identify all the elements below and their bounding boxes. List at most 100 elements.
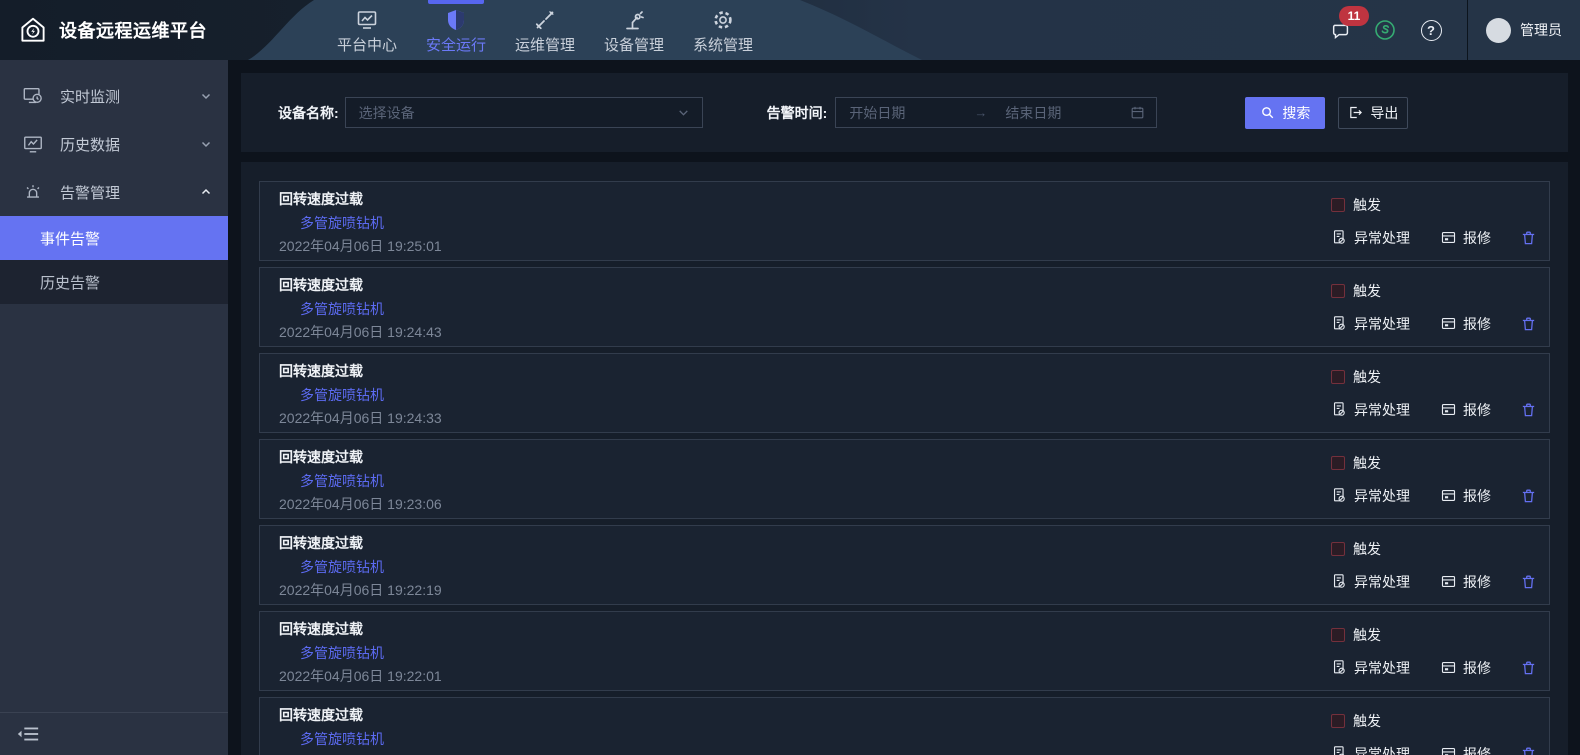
delete-button[interactable] <box>1520 659 1537 677</box>
sidebar-item-event-alarm[interactable]: 事件告警 <box>0 216 228 260</box>
trigger-checkbox[interactable] <box>1331 456 1345 470</box>
trigger-checkbox[interactable] <box>1331 198 1345 212</box>
handle-label: 异常处理 <box>1354 228 1410 248</box>
alarm-device-link[interactable]: 多管旋喷钻机 <box>300 473 442 490</box>
shield-icon <box>444 7 468 33</box>
alarm-device-link[interactable]: 多管旋喷钻机 <box>300 387 442 404</box>
trash-icon <box>1520 487 1537 505</box>
sidebar-item-history-data[interactable]: 历史数据 <box>0 120 228 168</box>
alarm-device-link[interactable]: 多管旋喷钻机 <box>300 301 442 318</box>
nav-item-safety[interactable]: 安全运行 <box>425 0 487 60</box>
repair-button[interactable]: 报修 <box>1440 228 1491 248</box>
monitor-clock-icon <box>22 85 44 107</box>
device-select-placeholder: 选择设备 <box>359 103 415 123</box>
device-select[interactable]: 选择设备 <box>345 97 703 128</box>
trigger-label: 触发 <box>1353 539 1381 559</box>
trigger-checkbox[interactable] <box>1331 542 1345 556</box>
alarm-device-link[interactable]: 多管旋喷钻机 <box>300 215 442 232</box>
nav-item-platform[interactable]: 平台中心 <box>336 0 398 60</box>
nav-item-system[interactable]: 系统管理 <box>692 0 754 60</box>
user-menu[interactable]: 管理员 <box>1486 18 1562 43</box>
alarm-time: 2022年04月06日 19:25:01 <box>279 238 442 255</box>
delete-button[interactable] <box>1520 315 1537 333</box>
handle-exception-button[interactable]: 异常处理 <box>1331 744 1410 755</box>
header-divider <box>1467 0 1468 60</box>
alarm-device-link[interactable]: 多管旋喷钻机 <box>300 731 384 748</box>
export-button[interactable]: 导出 <box>1338 97 1408 129</box>
platform-icon <box>355 7 379 33</box>
repair-label: 报修 <box>1463 400 1491 420</box>
trigger-checkbox[interactable] <box>1331 628 1345 642</box>
repair-button[interactable]: 报修 <box>1440 658 1491 678</box>
alarm-device-link[interactable]: 多管旋喷钻机 <box>300 645 442 662</box>
alarm-title: 回转速度过载 <box>279 535 442 552</box>
chevron-down-icon <box>200 90 212 102</box>
repair-button[interactable]: 报修 <box>1440 572 1491 592</box>
trigger-label: 触发 <box>1353 281 1381 301</box>
help-button[interactable]: ? <box>1417 16 1445 44</box>
trigger-checkbox[interactable] <box>1331 370 1345 384</box>
notifications-button[interactable]: 11 <box>1327 16 1355 44</box>
search-icon <box>1260 105 1275 120</box>
trash-icon <box>1520 745 1537 755</box>
trigger-checkbox[interactable] <box>1331 714 1345 728</box>
nav-item-devices[interactable]: 设备管理 <box>603 0 665 60</box>
repair-label: 报修 <box>1463 572 1491 592</box>
repair-button[interactable]: 报修 <box>1440 400 1491 420</box>
repair-label: 报修 <box>1463 744 1491 755</box>
nav-item-ops[interactable]: 运维管理 <box>514 0 576 60</box>
trash-icon <box>1520 229 1537 247</box>
handle-label: 异常处理 <box>1354 486 1410 506</box>
sidebar-item-history-alarm[interactable]: 历史告警 <box>0 260 228 304</box>
delete-button[interactable] <box>1520 487 1537 505</box>
menu-fold-icon <box>16 724 40 744</box>
alarm-time: 2022年04月06日 19:22:19 <box>279 582 442 599</box>
handle-exception-button[interactable]: 异常处理 <box>1331 314 1410 334</box>
end-date-input[interactable]: 结束日期 <box>987 103 1130 123</box>
notification-badge: 11 <box>1339 6 1369 26</box>
alarm-row: 回转速度过载 多管旋喷钻机 2022年04月06日 19:22:19 触发 异常… <box>259 525 1550 605</box>
delete-button[interactable] <box>1520 401 1537 419</box>
search-button[interactable]: 搜索 <box>1245 97 1325 129</box>
sidebar-item-realtime[interactable]: 实时监测 <box>0 72 228 120</box>
trigger-label: 触发 <box>1353 453 1381 473</box>
handle-exception-button[interactable]: 异常处理 <box>1331 572 1410 592</box>
delete-button[interactable] <box>1520 745 1537 755</box>
chevron-down-icon <box>677 106 690 119</box>
tools-icon <box>533 7 557 33</box>
repair-button[interactable]: 报修 <box>1440 486 1491 506</box>
sidebar-item-alarm-mgmt[interactable]: 告警管理 <box>0 168 228 216</box>
alarm-time: 2022年04月06日 19:23:06 <box>279 496 442 513</box>
handle-exception-button[interactable]: 异常处理 <box>1331 486 1410 506</box>
chevron-down-icon <box>200 138 212 150</box>
collapse-sidebar-button[interactable] <box>16 724 40 744</box>
repair-button[interactable]: 报修 <box>1440 744 1491 755</box>
alarm-list: 回转速度过载 多管旋喷钻机 2022年04月06日 19:25:01 触发 异常… <box>241 162 1568 755</box>
document-check-icon <box>1331 573 1348 590</box>
trigger-label: 触发 <box>1353 625 1381 645</box>
handle-label: 异常处理 <box>1354 400 1410 420</box>
repair-label: 报修 <box>1463 486 1491 506</box>
handle-exception-button[interactable]: 异常处理 <box>1331 400 1410 420</box>
repair-button[interactable]: 报修 <box>1440 314 1491 334</box>
alarm-title: 回转速度过载 <box>279 621 442 638</box>
start-date-input[interactable]: 开始日期 <box>836 103 974 123</box>
trash-icon <box>1520 659 1537 677</box>
repair-card-icon <box>1440 745 1457 755</box>
status-button[interactable] <box>1371 16 1399 44</box>
delete-button[interactable] <box>1520 229 1537 247</box>
trigger-checkbox[interactable] <box>1331 284 1345 298</box>
help-icon: ? <box>1421 20 1442 41</box>
calendar-icon <box>1130 105 1156 120</box>
handle-exception-button[interactable]: 异常处理 <box>1331 658 1410 678</box>
date-range-picker[interactable]: 开始日期 → 结束日期 <box>835 97 1157 128</box>
delete-button[interactable] <box>1520 573 1537 591</box>
alarm-device-link[interactable]: 多管旋喷钻机 <box>300 559 442 576</box>
export-icon <box>1348 105 1363 120</box>
main-nav: 平台中心 安全运行 <box>336 0 754 60</box>
range-arrow: → <box>974 105 987 120</box>
logo-icon <box>18 15 48 45</box>
handle-label: 异常处理 <box>1354 658 1410 678</box>
alarm-row: 回转速度过载 多管旋喷钻机 2022年04月06日 19:25:01 触发 异常… <box>259 181 1550 261</box>
handle-exception-button[interactable]: 异常处理 <box>1331 228 1410 248</box>
